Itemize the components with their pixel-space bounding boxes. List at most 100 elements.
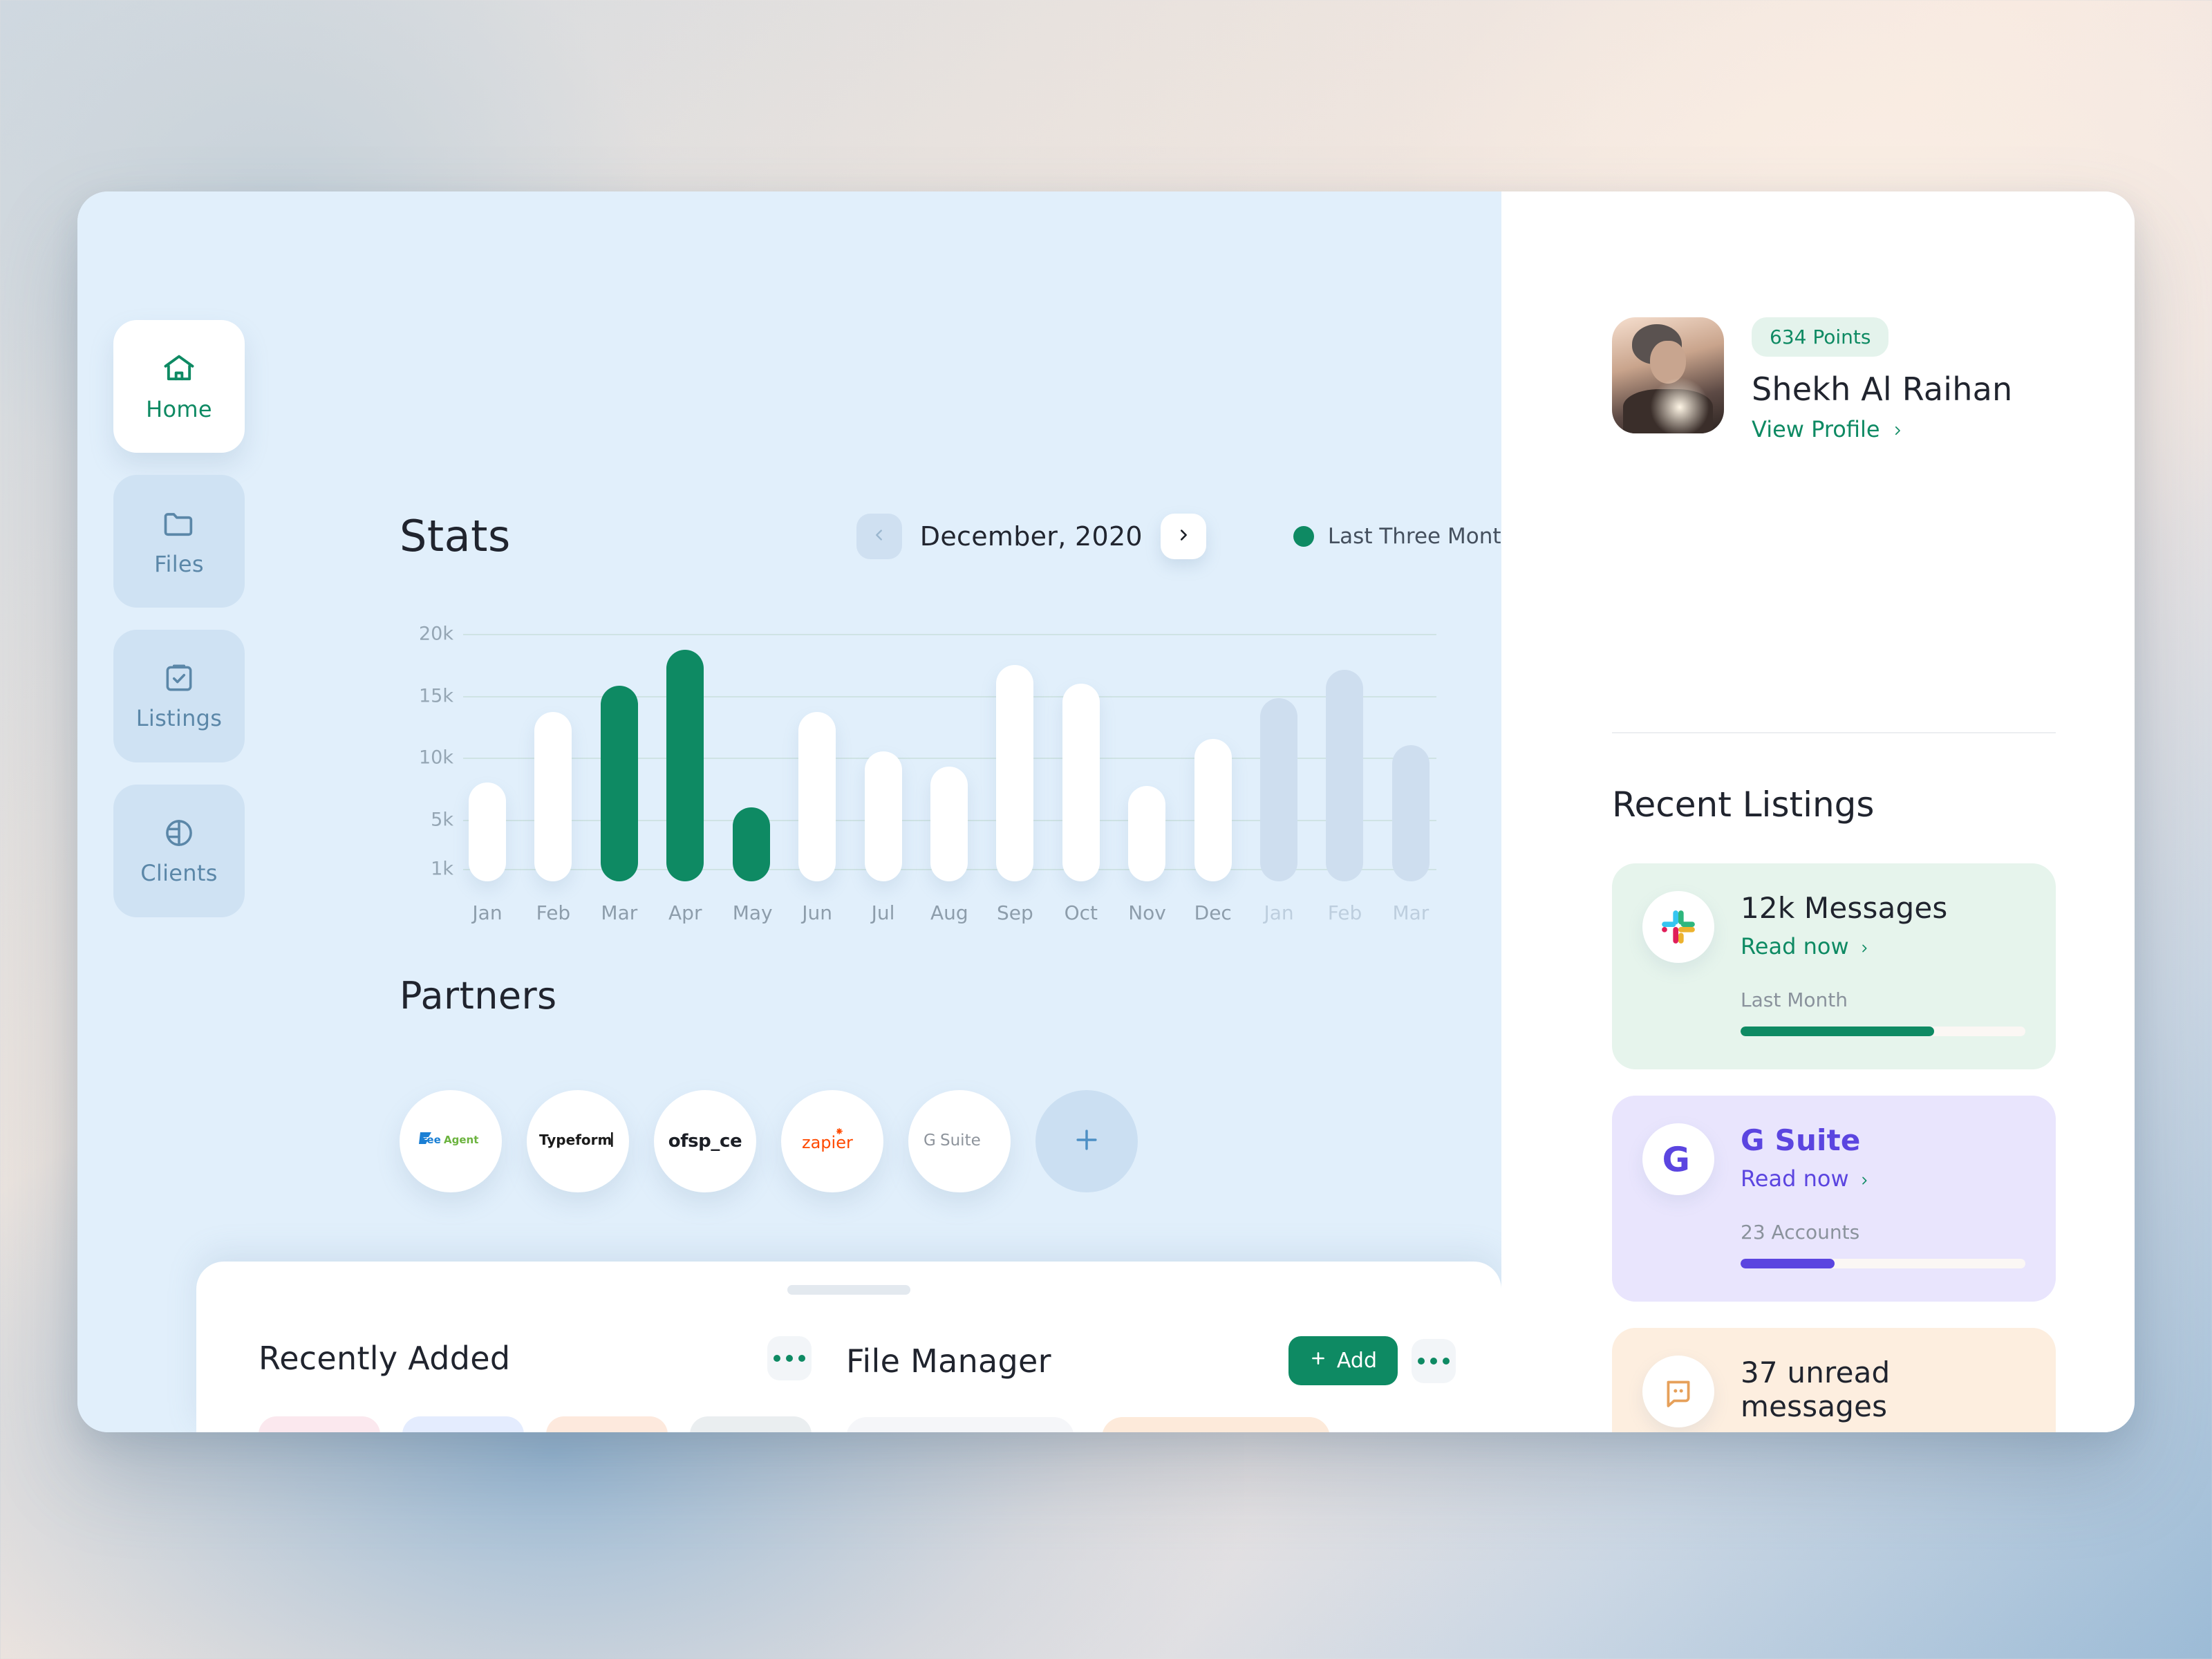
svg-text:Agent: Agent bbox=[444, 1134, 478, 1146]
partner-typeform[interactable]: Typeform bbox=[527, 1090, 629, 1192]
ofspace-logo: ofsp_ce bbox=[668, 1131, 742, 1152]
add-partner-button[interactable] bbox=[1035, 1090, 1138, 1192]
chart-bar[interactable] bbox=[666, 650, 704, 881]
chart-bar[interactable] bbox=[600, 686, 638, 881]
chart-bar-column[interactable] bbox=[666, 634, 704, 881]
chart-bar-column[interactable] bbox=[1326, 634, 1364, 881]
svg-text:ree: ree bbox=[422, 1134, 441, 1146]
file-manager-menu-button[interactable] bbox=[1412, 1338, 1456, 1383]
freeagent-logo: ree Agent bbox=[416, 1128, 485, 1154]
chart-bar[interactable] bbox=[1194, 739, 1232, 881]
file-card[interactable]: My Folder created Jun 23, 2019 bbox=[846, 1417, 1074, 1432]
chart-bar-column[interactable] bbox=[1128, 634, 1166, 881]
chart-bar-column[interactable] bbox=[1260, 634, 1298, 881]
listing-title: 12k Messages bbox=[1741, 891, 1948, 925]
chart-bar-column[interactable] bbox=[864, 634, 902, 881]
plus-icon bbox=[1309, 1349, 1327, 1373]
date-navigator: December, 2020 bbox=[856, 513, 1206, 559]
recently-added-tile[interactable] bbox=[546, 1416, 668, 1432]
legend-item-last-three-months[interactable]: Last Three Months bbox=[1293, 524, 1526, 549]
next-month-button[interactable] bbox=[1160, 513, 1206, 559]
more-options-icon bbox=[1418, 1357, 1425, 1365]
recently-added-tile[interactable]: Be bbox=[402, 1416, 524, 1432]
chart-bar-column[interactable] bbox=[1194, 634, 1232, 881]
prev-month-button[interactable] bbox=[856, 513, 902, 559]
chart-bar[interactable] bbox=[798, 711, 836, 881]
chart-bar-column[interactable] bbox=[732, 634, 770, 881]
more-options-icon bbox=[1443, 1357, 1450, 1365]
listing-read-link[interactable]: Read now bbox=[1741, 933, 1870, 959]
svg-text:G: G bbox=[1662, 1141, 1690, 1179]
sidebar-item-label: Listings bbox=[135, 705, 223, 731]
add-file-button[interactable]: Add bbox=[1288, 1336, 1398, 1385]
svg-text:zapier: zapier bbox=[802, 1133, 853, 1152]
chart-bar[interactable] bbox=[1062, 683, 1100, 881]
chart-bar-column[interactable] bbox=[798, 634, 836, 881]
sidebar-item-clients[interactable]: Clients bbox=[113, 785, 245, 917]
chart-bar[interactable] bbox=[1326, 669, 1364, 881]
partner-zapier[interactable]: zapier bbox=[781, 1090, 883, 1192]
pie-chart-icon bbox=[162, 816, 196, 850]
legend-dot bbox=[1293, 525, 1314, 547]
chart-bar-column[interactable] bbox=[600, 634, 638, 881]
file-manager-section: File Manager Add bbox=[846, 1336, 1456, 1432]
chart-x-tick: Feb bbox=[1327, 901, 1362, 924]
partner-gsuite[interactable]: G Suite bbox=[908, 1090, 1011, 1192]
chart-x-tick: Mar bbox=[1392, 901, 1430, 924]
listing-progress-bar bbox=[1741, 1027, 2025, 1036]
sidebar-item-files[interactable]: Files bbox=[113, 475, 245, 608]
chart-bar-column[interactable] bbox=[1062, 634, 1100, 881]
chevron-left-icon bbox=[872, 527, 887, 545]
recent-listing-card[interactable]: G G Suite Read now 23 Accounts bbox=[1612, 1096, 2056, 1302]
recent-listing-card[interactable]: 37 unread messagesRead nowRead now bbox=[1612, 1328, 2056, 1432]
file-manager-header: File Manager Add bbox=[846, 1336, 1456, 1385]
chart-bar[interactable] bbox=[469, 782, 506, 881]
sidebar-item-listings[interactable]: Listings bbox=[113, 630, 245, 762]
chart-x-tick: Jan bbox=[1264, 901, 1294, 924]
partner-freeagent[interactable]: ree Agent bbox=[400, 1090, 502, 1192]
recently-added-tile[interactable] bbox=[259, 1416, 380, 1432]
recent-listing-card[interactable]: 12k Messages Read now Last Month bbox=[1612, 863, 2056, 1069]
chart-bar[interactable] bbox=[534, 711, 572, 881]
chart-x-tick: Apr bbox=[668, 901, 702, 924]
chart-bar-column[interactable] bbox=[930, 634, 968, 881]
svg-text:Typeform: Typeform bbox=[539, 1132, 612, 1148]
chart-x-tick: Jul bbox=[871, 901, 895, 924]
current-month-label: December, 2020 bbox=[919, 521, 1143, 552]
chart-x-tick: Sep bbox=[996, 901, 1033, 924]
file-card[interactable]: PDF House Aggreement Paper.pdf created J… bbox=[1102, 1417, 1330, 1432]
chat-bubble-icon bbox=[1642, 1356, 1714, 1427]
chart-bar[interactable] bbox=[930, 766, 968, 881]
chart-x-tick: Jun bbox=[802, 901, 832, 924]
file-column-right: PDF House Aggreement Paper.pdf created J… bbox=[1102, 1417, 1330, 1432]
chart-bar[interactable] bbox=[1128, 786, 1166, 881]
chart-bar[interactable] bbox=[1391, 745, 1430, 881]
chart-x-tick: Dec bbox=[1194, 901, 1232, 924]
sidebar-item-label: Home bbox=[146, 396, 212, 422]
avatar[interactable] bbox=[1612, 317, 1724, 433]
recently-added-header: Recently Added bbox=[259, 1336, 812, 1380]
chart-bar-column[interactable] bbox=[469, 634, 506, 881]
chart-y-tick: 10k bbox=[419, 747, 453, 769]
recently-added-tile[interactable] bbox=[690, 1416, 812, 1432]
add-file-label: Add bbox=[1336, 1349, 1377, 1373]
sidebar-item-home[interactable]: Home bbox=[113, 320, 245, 453]
listing-read-link[interactable]: Read now bbox=[1741, 1165, 1870, 1192]
chart-bar-column[interactable] bbox=[996, 634, 1034, 881]
chart-bar-column[interactable] bbox=[1391, 634, 1430, 881]
view-profile-label: View Profile bbox=[1752, 416, 1880, 442]
partner-ofspace[interactable]: ofsp_ce bbox=[654, 1090, 756, 1192]
chart-bar[interactable] bbox=[732, 807, 770, 881]
clipboard-check-icon bbox=[162, 661, 196, 695]
chart-bar[interactable] bbox=[864, 751, 902, 881]
sheet-drag-handle[interactable] bbox=[787, 1285, 910, 1295]
chart-bar[interactable] bbox=[996, 664, 1034, 881]
chart-bar[interactable] bbox=[1260, 698, 1298, 881]
chart-bar-column[interactable] bbox=[534, 634, 572, 881]
chevron-right-icon bbox=[1859, 1165, 1870, 1192]
recently-added-section: Recently Added BeBe bbox=[259, 1336, 812, 1432]
recently-added-menu-button[interactable] bbox=[767, 1336, 812, 1380]
svg-text:Suite: Suite bbox=[940, 1132, 981, 1150]
view-profile-link[interactable]: View Profile bbox=[1752, 416, 1904, 442]
chart-x-tick: Feb bbox=[536, 901, 571, 924]
